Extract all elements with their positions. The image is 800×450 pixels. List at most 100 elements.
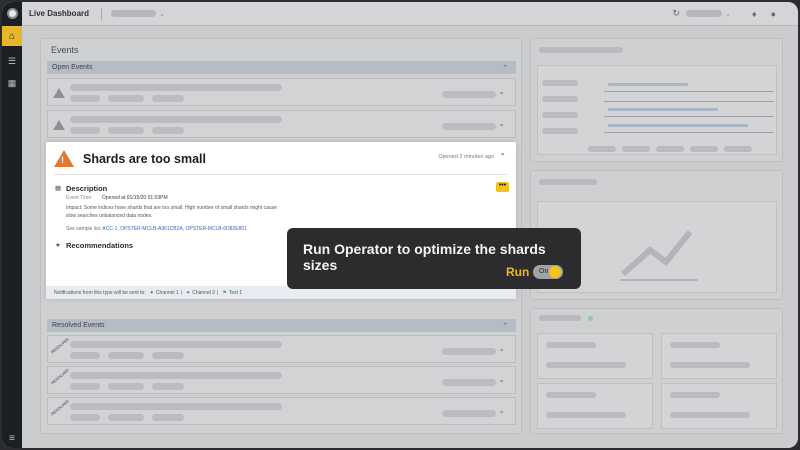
placeholder-tag [152, 352, 184, 359]
warning-icon [53, 88, 65, 98]
exclamation-icon: ! [61, 155, 64, 165]
channel-link[interactable]: Channel 1 [156, 290, 179, 296]
panel-title: Events [51, 45, 79, 55]
placeholder-text [70, 84, 282, 91]
placeholder-tag [152, 414, 184, 421]
placeholder [622, 146, 650, 152]
nodes-panel [530, 308, 783, 434]
run-toggle[interactable]: On [533, 265, 563, 279]
warning-icon [54, 150, 74, 167]
placeholder [588, 146, 616, 152]
chevron-up-icon[interactable]: ⌃ [502, 322, 508, 330]
placeholder-tag [108, 414, 144, 421]
divider [54, 174, 508, 175]
stack-icon[interactable]: ☰ [2, 52, 22, 70]
resolved-event-row[interactable]: RESOLVED ⌄ [47, 335, 516, 363]
separator: | [217, 289, 219, 296]
event-time-value: Opened at 01/15/20 01:03PM [102, 195, 168, 201]
footer-prefix: Notifications from this type will be sen… [54, 289, 146, 296]
placeholder-text [70, 372, 282, 379]
bell-icon[interactable]: ♦ [752, 9, 757, 19]
event-row[interactable]: ⌄ [47, 78, 516, 106]
placeholder [546, 362, 626, 368]
node-card [661, 383, 777, 429]
node-card [537, 383, 653, 429]
divider [604, 91, 774, 92]
placeholder-bar [608, 124, 748, 127]
placeholder-bar [608, 108, 718, 111]
placeholder-time [442, 91, 496, 98]
resolved-event-row[interactable]: RESOLVED ⌄ [47, 366, 516, 394]
sample-list-link[interactable]: ACC-1, OPSTER-MCLB-A961CB2A, OPSTER-MCLB… [102, 226, 247, 232]
placeholder [670, 342, 720, 348]
placeholder [542, 80, 578, 86]
top-bar: Live Dashboard ⌄ ↻ ⌄ ♦ ● [2, 2, 798, 26]
placeholder [670, 362, 750, 368]
time-range-selector[interactable] [686, 10, 723, 17]
divider [604, 116, 774, 117]
slack-icon: ✦ [186, 289, 191, 296]
chevron-down-icon[interactable]: ⌄ [498, 119, 505, 128]
sidebar: ⌂ ☰ ▦ ≡ [2, 26, 22, 448]
node-card [537, 333, 653, 379]
recommendations-title[interactable]: Recommendations [66, 241, 133, 250]
resolved-events-header[interactable]: Resolved Events ⌃ [47, 319, 516, 332]
placeholder [656, 146, 684, 152]
resolved-tag: RESOLVED [49, 336, 70, 355]
placeholder-title [539, 315, 581, 321]
placeholder-text [70, 403, 282, 410]
opened-time: Opened 2 minutes ago [438, 154, 494, 160]
placeholder-tag [108, 127, 144, 134]
placeholder-tag [70, 352, 100, 359]
placeholder [542, 112, 578, 118]
placeholder-tag [152, 383, 184, 390]
chevron-down-icon[interactable]: ⌄ [725, 10, 731, 18]
placeholder-title [539, 179, 597, 185]
library-icon[interactable]: ▦ [2, 74, 22, 92]
placeholder-tag [108, 352, 144, 359]
star-icon: ★ [55, 242, 61, 249]
resolved-event-row[interactable]: RESOLVED ⌄ [47, 397, 516, 425]
placeholder-text [70, 116, 282, 123]
app-window: Live Dashboard ⌄ ↻ ⌄ ♦ ● ⌂ ☰ ▦ ≡ Events … [2, 2, 798, 448]
home-icon[interactable]: ⌂ [2, 26, 22, 46]
placeholder [690, 146, 718, 152]
placeholder-tag [70, 383, 100, 390]
open-events-header[interactable]: Open Events ⌃ [47, 61, 516, 74]
placeholder [542, 128, 578, 134]
status-dot [588, 316, 593, 321]
chevron-down-icon[interactable]: ⌄ [498, 87, 505, 96]
event-title: Shards are too small [83, 152, 206, 166]
divider [604, 101, 774, 102]
placeholder-text [70, 341, 282, 348]
placeholder [670, 412, 750, 418]
channel-link[interactable]: Channel 2 [192, 290, 215, 296]
sample-label: See sample list: [66, 226, 102, 232]
cluster-overview-panel [530, 38, 783, 162]
placeholder-tag [70, 127, 100, 134]
separator: | [180, 289, 183, 296]
refresh-icon[interactable]: ↻ [673, 8, 681, 19]
resolved-tag: RESOLVED [49, 367, 70, 386]
description-title: Description [66, 184, 108, 193]
user-icon[interactable]: ● [771, 9, 776, 19]
chevron-down-icon[interactable]: ⌄ [498, 375, 505, 384]
app-title: Live Dashboard [29, 9, 90, 18]
overview-card [537, 65, 777, 155]
chevron-down-icon[interactable]: ⌄ [498, 406, 505, 415]
placeholder-time [442, 348, 496, 355]
event-row[interactable]: ⌄ [47, 110, 516, 138]
chevron-up-icon[interactable]: ⌃ [502, 64, 508, 72]
menu-icon[interactable]: ≡ [2, 433, 22, 444]
more-options-button[interactable]: ••• [496, 182, 509, 192]
cluster-selector[interactable] [111, 10, 157, 17]
chevron-up-icon[interactable]: ⌃ [499, 152, 506, 161]
toggle-knob[interactable] [549, 266, 561, 278]
placeholder-tag [108, 95, 144, 102]
chevron-down-icon[interactable]: ⌄ [159, 10, 165, 18]
channel-link[interactable]: Test 1 [229, 290, 242, 296]
run-operator-tooltip: Run Operator to optimize the shards size… [287, 228, 581, 289]
app-logo[interactable] [2, 2, 22, 26]
section-title: Open Events [52, 64, 93, 71]
chevron-down-icon[interactable]: ⌄ [498, 344, 505, 353]
